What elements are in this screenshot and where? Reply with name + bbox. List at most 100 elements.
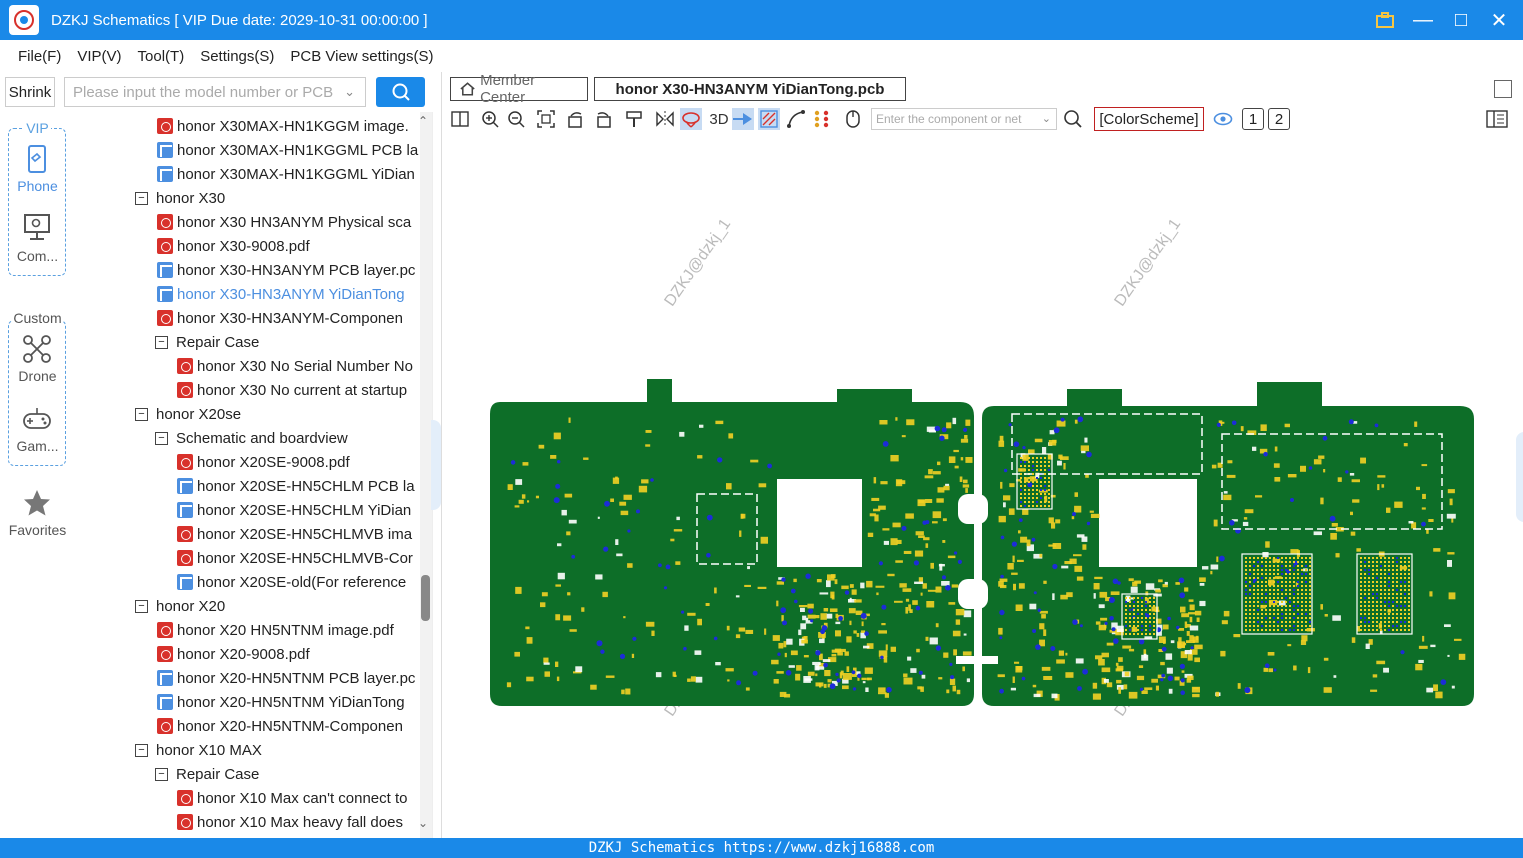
tree-file[interactable]: honor X30MAX-HN1KGGM image. xyxy=(157,114,409,138)
tree-file[interactable]: honor X30-HN3ANYM PCB layer.pc xyxy=(157,258,415,282)
computer-icon[interactable] xyxy=(22,212,52,242)
tree-folder[interactable]: − Repair Case xyxy=(155,762,259,786)
color-scheme-button[interactable]: [ColorScheme] xyxy=(1094,107,1204,131)
collapse-toggle-icon[interactable]: − xyxy=(155,767,168,781)
eye-icon[interactable] xyxy=(1212,108,1234,130)
scroll-down-arrow-icon[interactable]: ⌄ xyxy=(418,816,428,830)
fit-view-icon[interactable] xyxy=(535,108,557,130)
tree-file[interactable]: honor X20-HN5NTNM PCB layer.pc xyxy=(157,666,415,690)
menu-vip[interactable]: VIP(V) xyxy=(77,48,121,65)
tree-file[interactable]: honor X30-HN3ANYM-Componen xyxy=(157,306,403,330)
paint-brush-icon[interactable] xyxy=(623,108,645,130)
menu-file[interactable]: File(F) xyxy=(18,48,61,65)
collapse-toggle-icon[interactable]: − xyxy=(155,431,168,445)
tree-file[interactable]: honor X20-9008.pdf xyxy=(157,642,310,666)
pcb-board-drawing[interactable] xyxy=(442,134,1523,838)
tab-active-pcb-file[interactable]: honor X30-HN3ANYM YiDianTong.pcb xyxy=(594,77,906,101)
pin-arrow-icon[interactable] xyxy=(732,108,754,130)
tree-file[interactable]: honor X10 Max heavy fall does xyxy=(177,810,403,834)
collapse-toggle-icon[interactable]: − xyxy=(135,191,148,205)
tab-member-center[interactable]: Member Center xyxy=(450,72,588,106)
collapse-toggle-icon[interactable]: − xyxy=(155,335,168,349)
drone-label[interactable]: Drone xyxy=(0,368,75,384)
tree-file[interactable]: honor X20-HN5NTNM-Componen xyxy=(157,714,403,738)
collapse-toggle-icon[interactable]: − xyxy=(135,743,148,757)
collapse-toggle-icon[interactable]: − xyxy=(135,407,148,421)
tree-folder[interactable]: − honor X20 xyxy=(135,594,225,618)
gamepad-icon[interactable] xyxy=(22,404,52,434)
tree-item-label: honor X10 MAX xyxy=(156,741,262,759)
tree-file[interactable]: honor X20SE-HN5CHLM YiDian xyxy=(177,498,411,522)
split-view-icon[interactable] xyxy=(449,108,471,130)
tree-file[interactable]: honor X10 Max can't connect to xyxy=(177,786,408,810)
tree-file[interactable]: honor X30-9008.pdf xyxy=(157,234,310,258)
tree-folder[interactable]: − honor X10 MAX xyxy=(135,738,262,762)
tree-file[interactable]: honor X20 HN5NTNM image.pdf xyxy=(157,618,394,642)
zoom-out-icon[interactable] xyxy=(505,108,527,130)
net-highlight-icon[interactable] xyxy=(680,108,702,130)
tree-file[interactable]: honor X30 No current at startup xyxy=(177,378,407,402)
computer-label[interactable]: Com... xyxy=(0,248,75,264)
tree-file[interactable]: honor X20SE-old(For reference xyxy=(177,570,406,594)
zoom-in-icon[interactable] xyxy=(479,108,501,130)
dots-grid-icon[interactable] xyxy=(811,108,833,130)
component-search-input[interactable]: Enter the component or net ⌄ xyxy=(871,108,1057,130)
tree-file[interactable]: honor X20SE-HN5CHLMVB-Cor xyxy=(177,546,413,570)
curve-tool-icon[interactable] xyxy=(785,108,807,130)
tree-scrollbar-thumb[interactable] xyxy=(421,575,430,621)
menu-pcb-view-settings[interactable]: PCB View settings(S) xyxy=(290,48,433,65)
menu-tool[interactable]: Tool(T) xyxy=(138,48,185,65)
tree-item-label: honor X30MAX-HN1KGGM image. xyxy=(177,117,409,135)
search-button[interactable] xyxy=(376,77,425,107)
tree-file[interactable]: honor X20SE-9008.pdf xyxy=(177,450,350,474)
tree-file[interactable]: honor X30MAX-HN1KGGML PCB la xyxy=(157,138,418,162)
tree-folder[interactable]: − Repair Case xyxy=(155,330,259,354)
mouse-icon[interactable] xyxy=(842,108,864,130)
collapse-left-panel-handle[interactable] xyxy=(431,420,441,510)
tree-folder[interactable]: − Schematic and boardview xyxy=(155,426,348,450)
rotate-right-icon[interactable] xyxy=(592,108,614,130)
trace-view-icon[interactable] xyxy=(758,108,780,130)
tab-bar: Member Center honor X30-HN3ANYM YiDianTo… xyxy=(442,72,1523,106)
tree-folder[interactable]: − honor X30 xyxy=(135,186,225,210)
tree-folder[interactable]: − honor X20se xyxy=(135,402,241,426)
tree-file[interactable]: honor X20-HN5NTNM YiDianTong xyxy=(157,690,405,714)
drone-icon[interactable] xyxy=(22,334,52,364)
layer-2-button[interactable]: 2 xyxy=(1268,108,1290,130)
chevron-down-icon[interactable]: ⌄ xyxy=(1042,112,1051,125)
pcb-canvas[interactable]: DZKJ@dzkj_1 DZKJ@dzkj_1 DZKJ@dzkj_1 DZKJ… xyxy=(442,134,1523,838)
star-icon[interactable] xyxy=(22,488,52,518)
collapse-right-panel-handle[interactable] xyxy=(1516,432,1523,522)
chevron-down-icon[interactable]: ⌄ xyxy=(344,84,355,100)
rotate-left-icon[interactable] xyxy=(565,108,587,130)
menu-settings[interactable]: Settings(S) xyxy=(200,48,274,65)
pcb-view-panel: Member Center honor X30-HN3ANYM YiDianTo… xyxy=(441,72,1523,838)
mirror-icon[interactable] xyxy=(654,108,676,130)
layer-1-button[interactable]: 1 xyxy=(1242,108,1264,130)
favorites-label[interactable]: Favorites xyxy=(0,522,75,538)
three-d-view-button[interactable]: 3D xyxy=(706,108,732,130)
pdf-file-icon xyxy=(157,118,173,134)
side-panel-icon[interactable] xyxy=(1486,108,1508,130)
tree-file[interactable]: honor X30MAX-HN1KGGML YiDian xyxy=(157,162,415,186)
scroll-up-arrow-icon[interactable]: ⌃ xyxy=(418,114,428,128)
tree-file[interactable]: honor X30-HN3ANYM YiDianTong xyxy=(157,282,405,306)
search-icon[interactable] xyxy=(1062,108,1084,130)
minimize-button[interactable]: — xyxy=(1411,8,1435,32)
close-panel-icon[interactable] xyxy=(1494,80,1512,98)
phone-icon[interactable] xyxy=(22,144,52,174)
close-button[interactable]: ✕ xyxy=(1487,8,1511,32)
shrink-button[interactable]: Shrink xyxy=(5,77,55,107)
briefcase-icon[interactable] xyxy=(1373,8,1397,32)
pcb-file-icon xyxy=(157,166,173,182)
game-label[interactable]: Gam... xyxy=(0,438,75,454)
collapse-toggle-icon[interactable]: − xyxy=(135,599,148,613)
model-search-input[interactable]: Please input the model number or PCB ⌄ xyxy=(64,77,366,107)
tree-file[interactable]: honor X30 HN3ANYM Physical sca xyxy=(157,210,411,234)
tree-file[interactable]: honor X20SE-HN5CHLM PCB la xyxy=(177,474,415,498)
pdf-file-icon xyxy=(177,454,193,470)
tree-file[interactable]: honor X20SE-HN5CHLMVB ima xyxy=(177,522,412,546)
maximize-button[interactable]: □ xyxy=(1449,8,1473,32)
tree-file[interactable]: honor X30 No Serial Number No xyxy=(177,354,413,378)
phone-label[interactable]: Phone xyxy=(0,178,75,194)
